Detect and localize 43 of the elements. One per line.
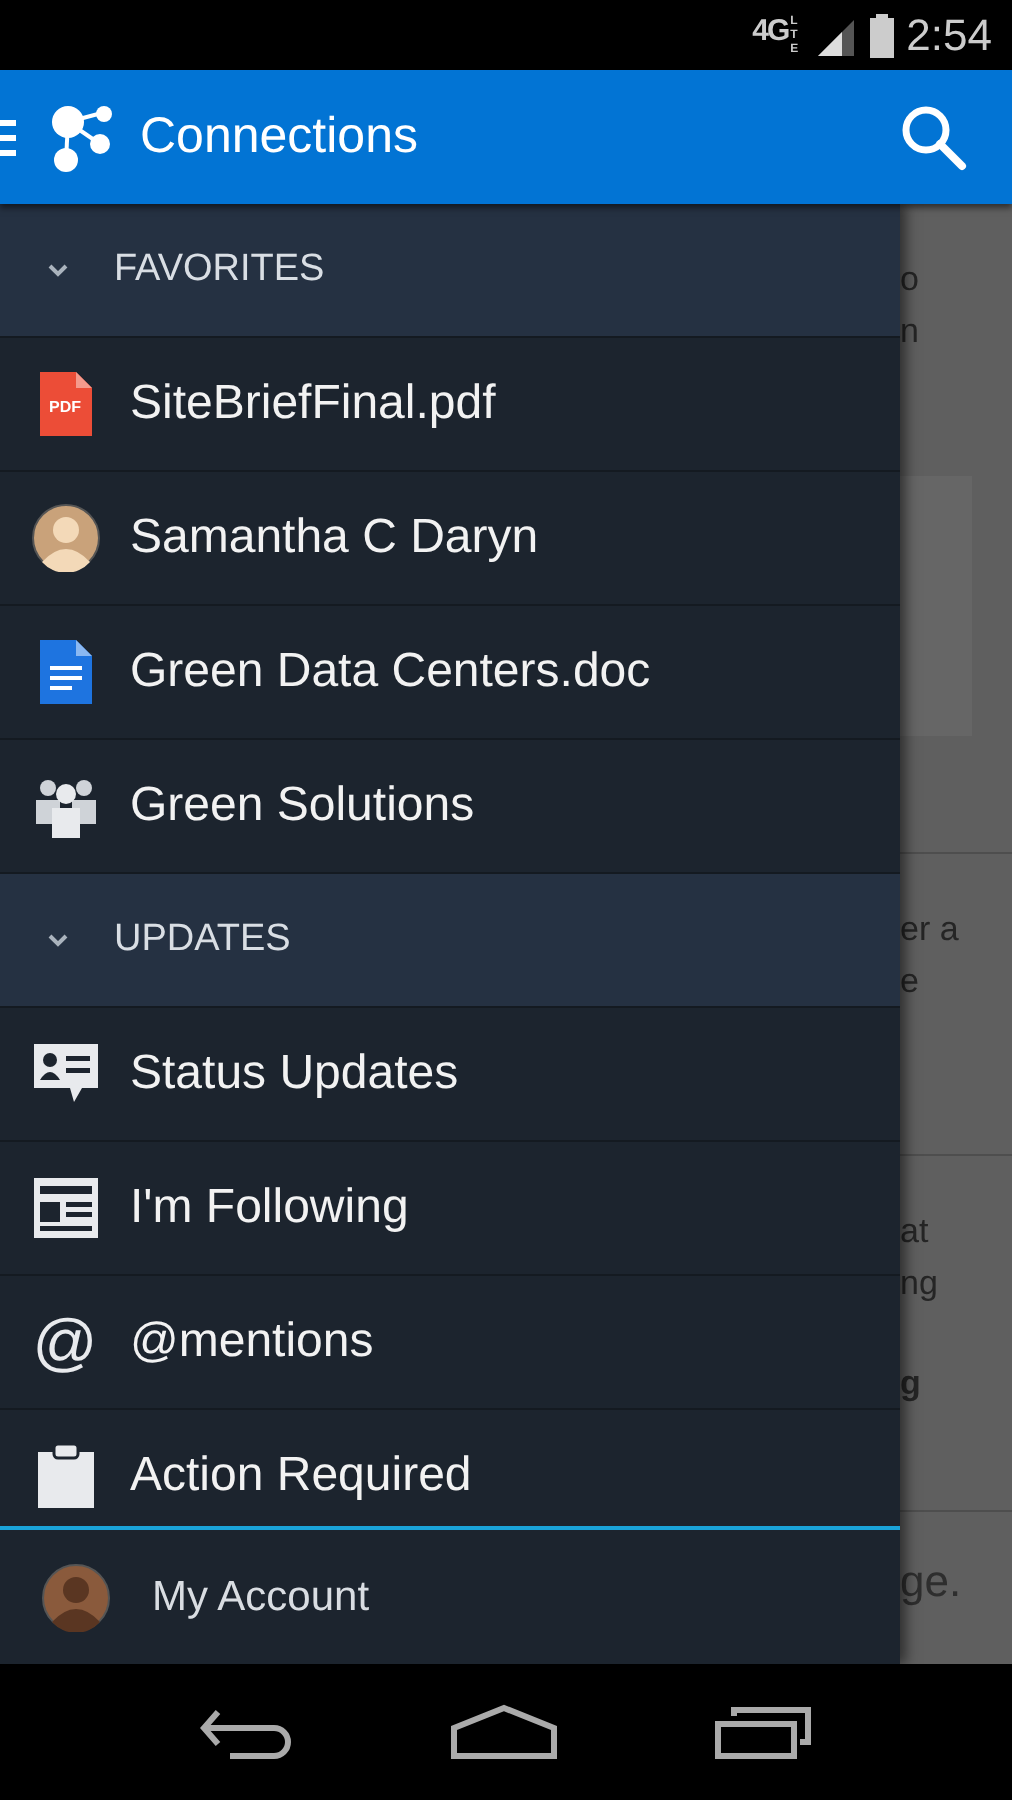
- text-fragment: at: [900, 1212, 931, 1252]
- home-button[interactable]: [450, 1704, 558, 1760]
- group-icon: [33, 774, 97, 838]
- menu-button[interactable]: [0, 117, 20, 157]
- avatar-icon: [31, 504, 99, 572]
- drawer-item-label[interactable]: Green Solutions: [130, 778, 475, 834]
- text-fragment: er a: [900, 910, 961, 950]
- recent-apps-button[interactable]: [714, 1704, 814, 1760]
- drawer-item-label[interactable]: Green Data Centers.doc: [130, 644, 651, 700]
- network-label: 4G: [752, 13, 789, 47]
- document-icon: [39, 640, 91, 704]
- drawer-item-label[interactable]: Samantha C Daryn: [130, 510, 539, 566]
- home-icon: [450, 1704, 558, 1760]
- signal-icon: [814, 15, 859, 55]
- at-sign-icon: @: [32, 1310, 98, 1374]
- drawer-item-label[interactable]: SiteBriefFinal.pdf: [130, 376, 496, 432]
- drawer-item-label[interactable]: Status Updates: [130, 1046, 459, 1102]
- back-icon: [198, 1704, 294, 1760]
- search-button[interactable]: [900, 103, 968, 171]
- text-fragment: ng: [900, 1264, 940, 1304]
- text-fragment: n: [900, 312, 921, 352]
- pdf-file-icon: PDF: [39, 372, 91, 436]
- app-title: Connections: [140, 108, 420, 166]
- text-fragment: e: [900, 962, 921, 1002]
- search-icon: [900, 103, 968, 171]
- drawer-item-label[interactable]: Action Required: [130, 1448, 472, 1504]
- text-fragment: g: [900, 1364, 923, 1404]
- back-button[interactable]: [198, 1704, 294, 1760]
- recent-apps-icon: [714, 1704, 814, 1760]
- network-logo-icon: [48, 103, 116, 171]
- drawer-item-label[interactable]: @mentions: [130, 1314, 374, 1370]
- newspaper-icon: [33, 1178, 97, 1238]
- clipboard-icon: [37, 1444, 93, 1508]
- avatar-icon: [42, 1563, 110, 1631]
- section-title[interactable]: UPDATES: [114, 918, 291, 962]
- section-title[interactable]: FAVORITES: [114, 248, 325, 292]
- battery-icon: [870, 13, 895, 57]
- account-label[interactable]: My Account: [152, 1573, 370, 1621]
- menu-icon: [0, 117, 16, 157]
- contact-card-icon: [33, 1044, 97, 1104]
- clock: 2:54: [906, 9, 992, 61]
- text-fragment: o: [900, 260, 921, 300]
- drawer-item-label[interactable]: I'm Following: [130, 1180, 409, 1236]
